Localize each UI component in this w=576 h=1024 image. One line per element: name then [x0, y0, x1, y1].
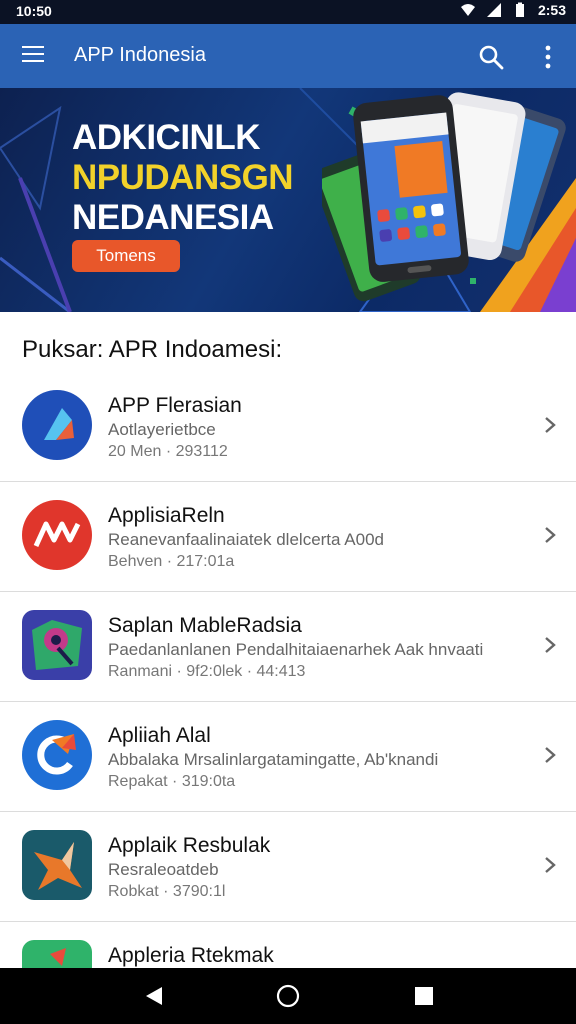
app-description: Reanevanfaalinaiatek dlelcerta A00d — [108, 530, 384, 549]
status-bar: 10:50 2:53 — [0, 0, 576, 24]
app-name: ApplisiaReln — [108, 504, 225, 527]
chevron-right-icon[interactable] — [543, 855, 557, 875]
hamburger-menu-icon[interactable] — [22, 46, 44, 64]
chevron-right-icon[interactable] — [543, 745, 557, 765]
signal-icon — [486, 3, 501, 17]
banner-cta-button[interactable]: Tomens — [72, 240, 180, 272]
status-time: 10:50 — [16, 3, 52, 19]
search-icon[interactable] — [478, 44, 504, 70]
app-name: Apliiah Alal — [108, 724, 211, 747]
app-list-item[interactable]: Apliiah Alal Abbalaka Mrsalinlargataming… — [0, 702, 576, 812]
app-title: APP Indonesia — [74, 44, 206, 66]
app-list-item[interactable]: Applaik Resbulak Resraleoatdeb Robkat · … — [0, 812, 576, 922]
system-nav-bar — [0, 968, 576, 1024]
app-meta: Behven · 217:01a — [108, 553, 235, 570]
wifi-icon — [460, 4, 475, 16]
app-meta: Ranmani · 9f2:0lek · 44:413 — [108, 663, 306, 680]
banner-headline-1: ADKICINLK — [72, 118, 260, 157]
orange-star-icon — [22, 830, 92, 900]
banner-headline-2: NPUDANSGN — [72, 158, 294, 197]
banner-headline-3: NEDANESIA — [72, 198, 274, 237]
app-description: Resraleoatdeb — [108, 860, 219, 879]
blue-c-icon — [22, 720, 92, 790]
phones-illustration — [322, 92, 566, 302]
app-list: APP Flerasian Aotlayerietbce 20 Men · 29… — [0, 372, 576, 1024]
app-meta: Repakat · 319:0ta — [108, 773, 236, 790]
home-icon[interactable] — [276, 984, 300, 1008]
recents-icon[interactable] — [412, 984, 436, 1008]
app-description: Paedanlanlanen Pendalhitaiaenarhek Aak h… — [108, 640, 484, 659]
chevron-right-icon[interactable] — [543, 415, 557, 435]
chevron-right-icon[interactable] — [543, 635, 557, 655]
app-description: Aotlayerietbce — [108, 420, 216, 439]
app-meta: Robkat · 3790:1l — [108, 883, 226, 900]
app-list-item[interactable]: APP Flerasian Aotlayerietbce 20 Men · 29… — [0, 372, 576, 482]
app-description: Abbalaka Mrsalinlargatamingatte, Ab'knan… — [108, 750, 439, 769]
section-title: Puksar: APR Indoamesi: — [22, 336, 283, 363]
chevron-right-icon[interactable] — [543, 525, 557, 545]
promo-banner[interactable]: ADKICINLK NPUDANSGN NEDANESIA Tomens — [0, 88, 576, 312]
back-icon[interactable] — [142, 984, 166, 1008]
more-options-icon[interactable] — [542, 44, 554, 70]
status-icons: 2:53 — [460, 2, 566, 18]
red-logo-icon — [22, 500, 92, 570]
status-time-right: 2:53 — [537, 2, 566, 18]
app-name: Appleria Rtekmak — [108, 944, 274, 967]
app-meta: 20 Men · 293112 — [108, 443, 228, 460]
battery-icon — [515, 2, 524, 17]
app-list-item[interactable]: ApplisiaReln Reanevanfaalinaiatek dlelce… — [0, 482, 576, 592]
app-list-item[interactable]: Saplan MableRadsia Paedanlanlanen Pendal… — [0, 592, 576, 702]
app-name: Saplan MableRadsia — [108, 614, 302, 637]
app-name: APP Flerasian — [108, 394, 242, 417]
app-name: Applaik Resbulak — [108, 834, 271, 857]
app-bar: APP Indonesia — [0, 24, 576, 88]
purple-map-icon — [22, 610, 92, 680]
blue-a-icon — [22, 390, 92, 460]
